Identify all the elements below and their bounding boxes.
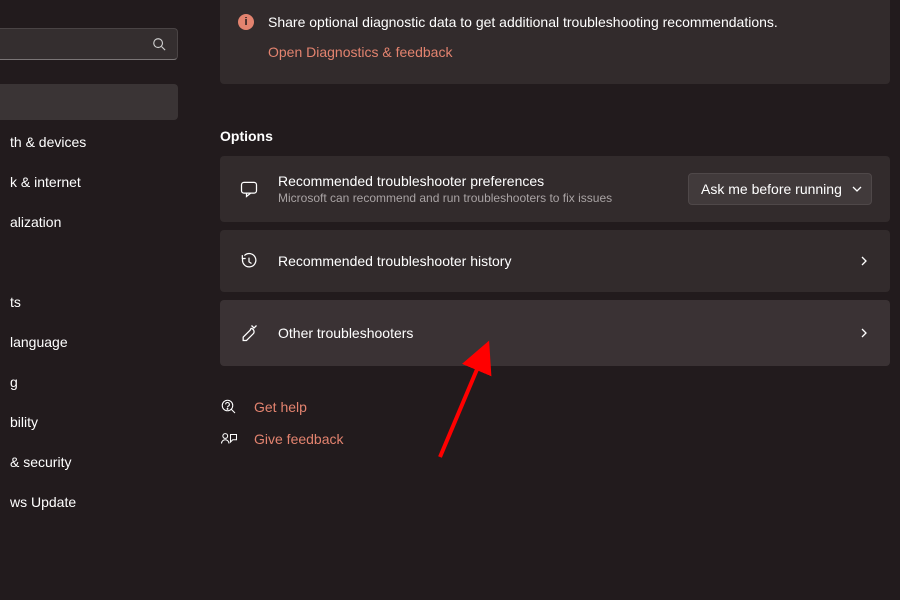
- sidebar-item-4[interactable]: ts: [0, 284, 178, 320]
- prefs-sub: Microsoft can recommend and run troubles…: [278, 191, 688, 205]
- prefs-dropdown[interactable]: Ask me before running: [688, 173, 872, 205]
- search-input[interactable]: g: [0, 28, 178, 60]
- sidebar-item-5[interactable]: language: [0, 324, 178, 360]
- chevron-right-icon: [856, 253, 872, 269]
- sidebar-item-8[interactable]: & security: [0, 444, 178, 480]
- info-icon-glyph: i: [244, 16, 247, 28]
- history-icon: [238, 250, 260, 272]
- give-feedback-link[interactable]: Give feedback: [254, 431, 344, 447]
- options-header: Options: [220, 128, 273, 144]
- troubleshooter-history-card[interactable]: Recommended troubleshooter history: [220, 230, 890, 292]
- troubleshooter-prefs-card: Recommended troubleshooter preferences M…: [220, 156, 890, 222]
- sidebar-item-2[interactable]: alization: [0, 204, 178, 240]
- sidebar-item-7[interactable]: bility: [0, 404, 178, 440]
- sidebar-item-1[interactable]: k & internet: [0, 164, 178, 200]
- info-icon: i: [238, 14, 254, 30]
- sidebar-item-6[interactable]: g: [0, 364, 178, 400]
- search-icon: [151, 36, 167, 52]
- history-title: Recommended troubleshooter history: [278, 253, 856, 269]
- wrench-icon: [238, 322, 260, 344]
- open-diagnostics-link[interactable]: Open Diagnostics & feedback: [268, 44, 872, 60]
- sidebar-nav: th & devices k & internet alization ts l…: [0, 84, 178, 524]
- chevron-right-icon: [856, 325, 872, 341]
- other-title: Other troubleshooters: [278, 325, 856, 341]
- sidebar-item-0[interactable]: th & devices: [0, 124, 178, 160]
- footer-links: Get help Give feedback: [220, 398, 344, 462]
- dropdown-value: Ask me before running: [701, 181, 843, 197]
- get-help-link[interactable]: Get help: [254, 399, 307, 415]
- sidebar-item-selected[interactable]: [0, 84, 178, 120]
- other-troubleshooters-card[interactable]: Other troubleshooters: [220, 300, 890, 366]
- sidebar: g th & devices k & internet alization ts…: [0, 0, 180, 600]
- help-icon: [220, 398, 238, 416]
- prefs-title: Recommended troubleshooter preferences: [278, 173, 688, 189]
- sidebar-item-3[interactable]: [0, 244, 178, 280]
- chevron-down-icon: [851, 183, 863, 195]
- sidebar-item-9[interactable]: ws Update: [0, 484, 178, 520]
- diagnostic-banner: i Share optional diagnostic data to get …: [220, 0, 890, 84]
- chat-icon: [238, 178, 260, 200]
- feedback-icon: [220, 430, 238, 448]
- search-value: g: [0, 36, 151, 52]
- banner-text: Share optional diagnostic data to get ad…: [268, 14, 778, 30]
